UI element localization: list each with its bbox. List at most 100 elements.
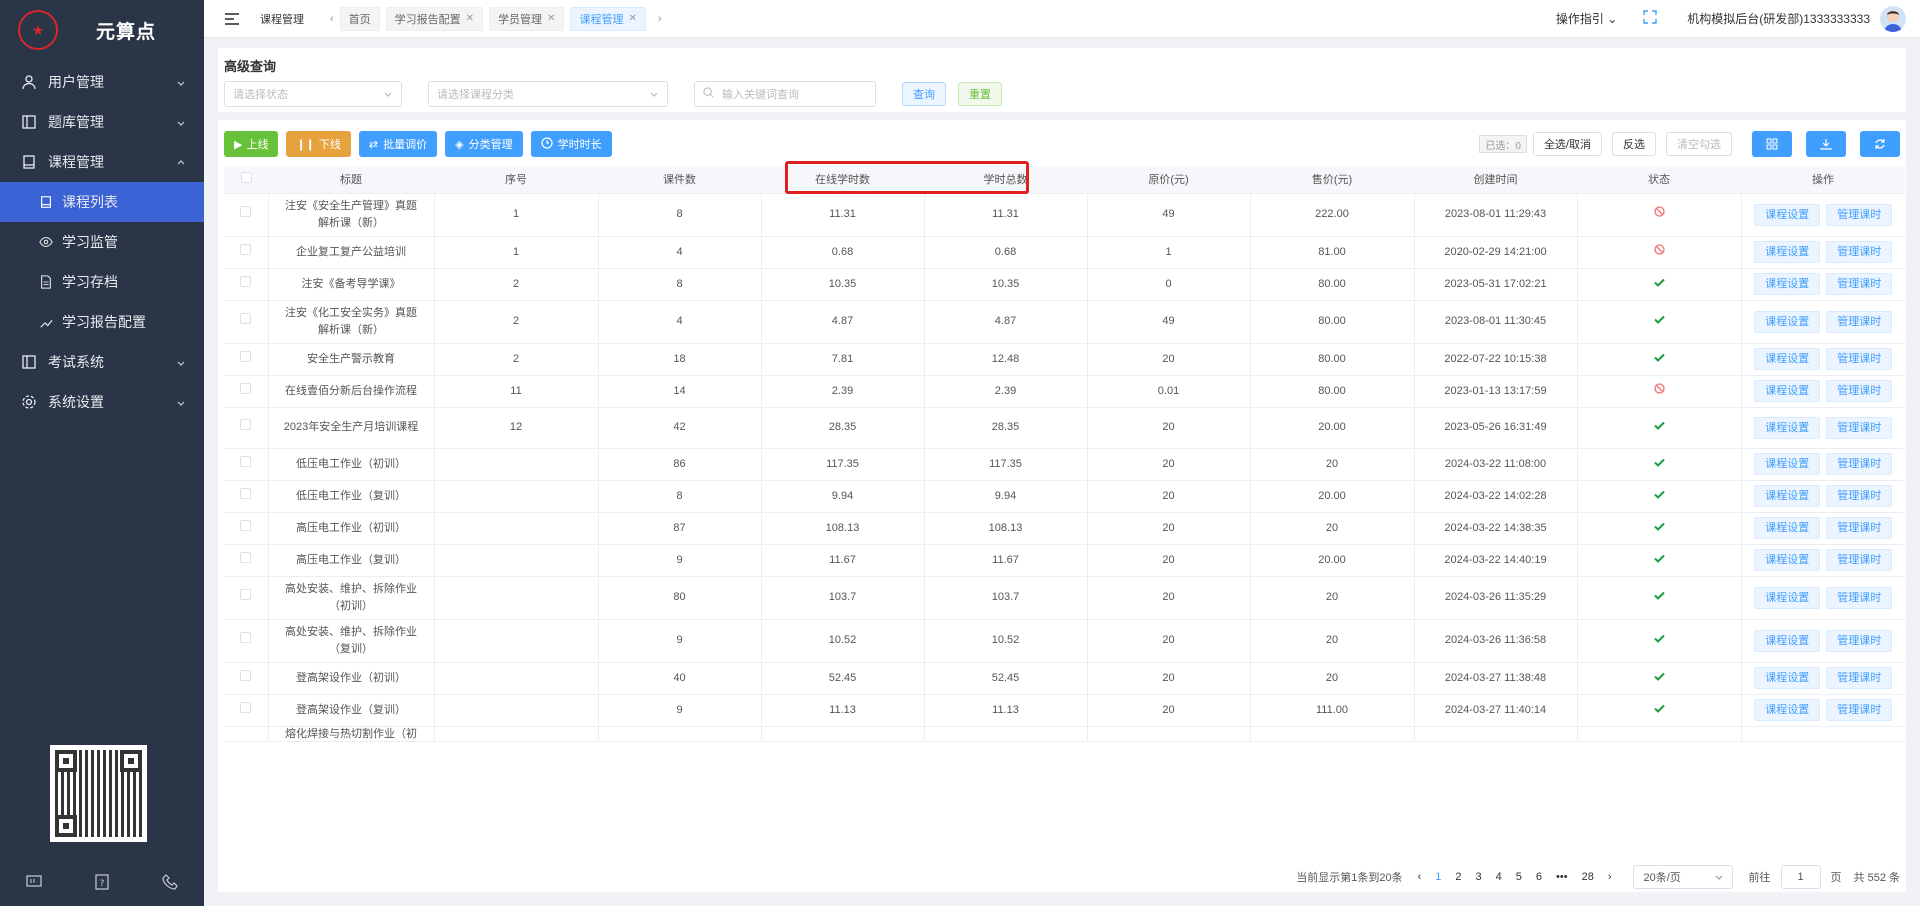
- select-all-button[interactable]: 全选/取消: [1532, 132, 1602, 156]
- checkbox[interactable]: [240, 206, 252, 217]
- goto-page-input[interactable]: 1: [1780, 865, 1821, 889]
- fullscreen-icon[interactable]: [1643, 10, 1657, 27]
- sidebar-item-exam[interactable]: 考试系统: [0, 342, 204, 382]
- course-settings-button[interactable]: 课程设置: [1754, 241, 1821, 263]
- course-settings-button[interactable]: 课程设置: [1754, 586, 1821, 609]
- manage-lessons-button[interactable]: 管理课时: [1826, 203, 1893, 226]
- reset-button[interactable]: 重置: [958, 82, 1002, 106]
- checkbox[interactable]: [240, 275, 252, 287]
- checkbox[interactable]: [240, 243, 252, 255]
- checkbox[interactable]: [240, 350, 252, 362]
- category-select[interactable]: 请选择课程分类: [428, 81, 668, 107]
- course-settings-button[interactable]: 课程设置: [1754, 485, 1821, 507]
- row-checkbox[interactable]: [224, 343, 269, 376]
- avatar[interactable]: [1880, 5, 1906, 32]
- org-name[interactable]: 机构模拟后台(研发部)1333333333: [1687, 10, 1870, 27]
- tabs-prev-icon[interactable]: ‹: [330, 13, 334, 25]
- select-all-checkbox[interactable]: [224, 166, 268, 194]
- checkbox[interactable]: [240, 455, 252, 467]
- page-5[interactable]: 5: [1516, 871, 1522, 883]
- manage-lessons-button[interactable]: 管理课时: [1826, 241, 1893, 263]
- sidebar-item-report-config[interactable]: 学习报告配置: [0, 302, 204, 342]
- manage-lessons-button[interactable]: 管理课时: [1826, 667, 1893, 689]
- manage-lessons-button[interactable]: 管理课时: [1826, 549, 1893, 571]
- course-settings-button[interactable]: 课程设置: [1754, 629, 1821, 652]
- category-manage-button[interactable]: ◈ 分类管理: [445, 131, 523, 157]
- tab-student-manage[interactable]: 学员管理 ✕: [489, 6, 565, 31]
- checkbox[interactable]: [240, 632, 252, 643]
- row-checkbox[interactable]: [224, 576, 269, 620]
- checkbox[interactable]: [240, 313, 252, 324]
- manage-lessons-button[interactable]: 管理课时: [1826, 310, 1893, 333]
- checkbox[interactable]: [240, 519, 252, 531]
- checkbox[interactable]: [240, 669, 252, 681]
- row-checkbox[interactable]: [224, 619, 269, 663]
- manage-lessons-button[interactable]: 管理课时: [1826, 273, 1893, 295]
- course-settings-button[interactable]: 课程设置: [1754, 517, 1821, 539]
- course-settings-button[interactable]: 课程设置: [1754, 416, 1821, 439]
- status-select[interactable]: 请选择状态: [224, 81, 402, 107]
- course-settings-button[interactable]: 课程设置: [1754, 380, 1821, 402]
- row-checkbox[interactable]: [224, 375, 269, 408]
- manage-lessons-button[interactable]: 管理课时: [1826, 699, 1893, 721]
- sidebar-item-study-monitor[interactable]: 学习监管: [0, 222, 204, 262]
- row-checkbox[interactable]: [224, 407, 269, 449]
- manage-lessons-button[interactable]: 管理课时: [1826, 416, 1893, 439]
- close-icon[interactable]: ✕: [466, 13, 474, 24]
- row-checkbox[interactable]: [224, 300, 269, 344]
- search-input[interactable]: 输入关键词查询: [694, 81, 876, 107]
- duration-button[interactable]: 学时时长: [530, 131, 612, 157]
- checkbox[interactable]: [240, 419, 252, 430]
- help-icon[interactable]: ?: [95, 873, 109, 893]
- course-settings-button[interactable]: 课程设置: [1754, 348, 1821, 370]
- course-settings-button[interactable]: 课程设置: [1754, 273, 1821, 295]
- checkbox[interactable]: [240, 382, 252, 394]
- course-settings-button[interactable]: 课程设置: [1754, 453, 1821, 475]
- page-28[interactable]: 28: [1582, 871, 1594, 883]
- download-icon[interactable]: [1806, 131, 1846, 157]
- manage-lessons-button[interactable]: 管理课时: [1826, 348, 1893, 370]
- checkbox[interactable]: [240, 589, 252, 600]
- sidebar-item-settings[interactable]: 系统设置: [0, 382, 204, 422]
- row-checkbox[interactable]: [224, 193, 269, 237]
- manage-lessons-button[interactable]: 管理课时: [1826, 517, 1893, 539]
- offline-button[interactable]: ❙❙ 下线: [286, 131, 351, 157]
- row-checkbox[interactable]: [224, 268, 269, 301]
- course-settings-button[interactable]: 课程设置: [1754, 667, 1821, 689]
- sidebar-item-users[interactable]: 用户管理: [0, 62, 204, 102]
- course-settings-button[interactable]: 课程设置: [1754, 549, 1821, 571]
- close-icon[interactable]: ✕: [547, 13, 555, 24]
- manage-lessons-button[interactable]: 管理课时: [1826, 453, 1893, 475]
- tab-home[interactable]: 首页: [339, 6, 380, 31]
- manage-lessons-button[interactable]: 管理课时: [1826, 380, 1893, 402]
- page-2[interactable]: 2: [1455, 871, 1461, 883]
- manage-lessons-button[interactable]: 管理课时: [1826, 629, 1893, 652]
- phone-icon[interactable]: [162, 873, 178, 893]
- monitor-icon[interactable]: [26, 874, 42, 892]
- tab-report-config[interactable]: 学习报告配置 ✕: [385, 6, 484, 31]
- row-checkbox[interactable]: [224, 512, 269, 545]
- close-icon[interactable]: ✕: [628, 13, 636, 24]
- checkbox[interactable]: [240, 487, 252, 499]
- page-4[interactable]: 4: [1496, 871, 1502, 883]
- prev-page-icon[interactable]: ‹: [1418, 871, 1422, 883]
- grid-view-icon[interactable]: [1752, 131, 1792, 157]
- row-checkbox[interactable]: [224, 448, 269, 481]
- query-button[interactable]: 查询: [902, 82, 946, 106]
- row-checkbox[interactable]: [224, 236, 269, 269]
- sidebar-item-courses[interactable]: 课程管理: [0, 142, 204, 182]
- sidebar-item-study-archive[interactable]: 学习存档: [0, 262, 204, 302]
- checkbox[interactable]: [240, 551, 252, 563]
- page-ellipsis[interactable]: •••: [1556, 871, 1568, 883]
- refresh-icon[interactable]: [1860, 131, 1900, 157]
- row-checkbox[interactable]: [224, 480, 269, 513]
- page-6[interactable]: 6: [1536, 871, 1542, 883]
- row-checkbox[interactable]: [224, 694, 269, 727]
- checkbox[interactable]: [240, 701, 252, 713]
- guide-dropdown[interactable]: 操作指引 ⌄: [1556, 10, 1617, 27]
- tabs-next-icon[interactable]: ›: [658, 13, 662, 25]
- tab-course-manage[interactable]: 课程管理 ✕: [570, 6, 646, 31]
- row-checkbox[interactable]: [224, 662, 269, 695]
- batch-price-button[interactable]: ⇄ 批量调价: [358, 131, 438, 157]
- menu-toggle-icon[interactable]: [212, 12, 252, 26]
